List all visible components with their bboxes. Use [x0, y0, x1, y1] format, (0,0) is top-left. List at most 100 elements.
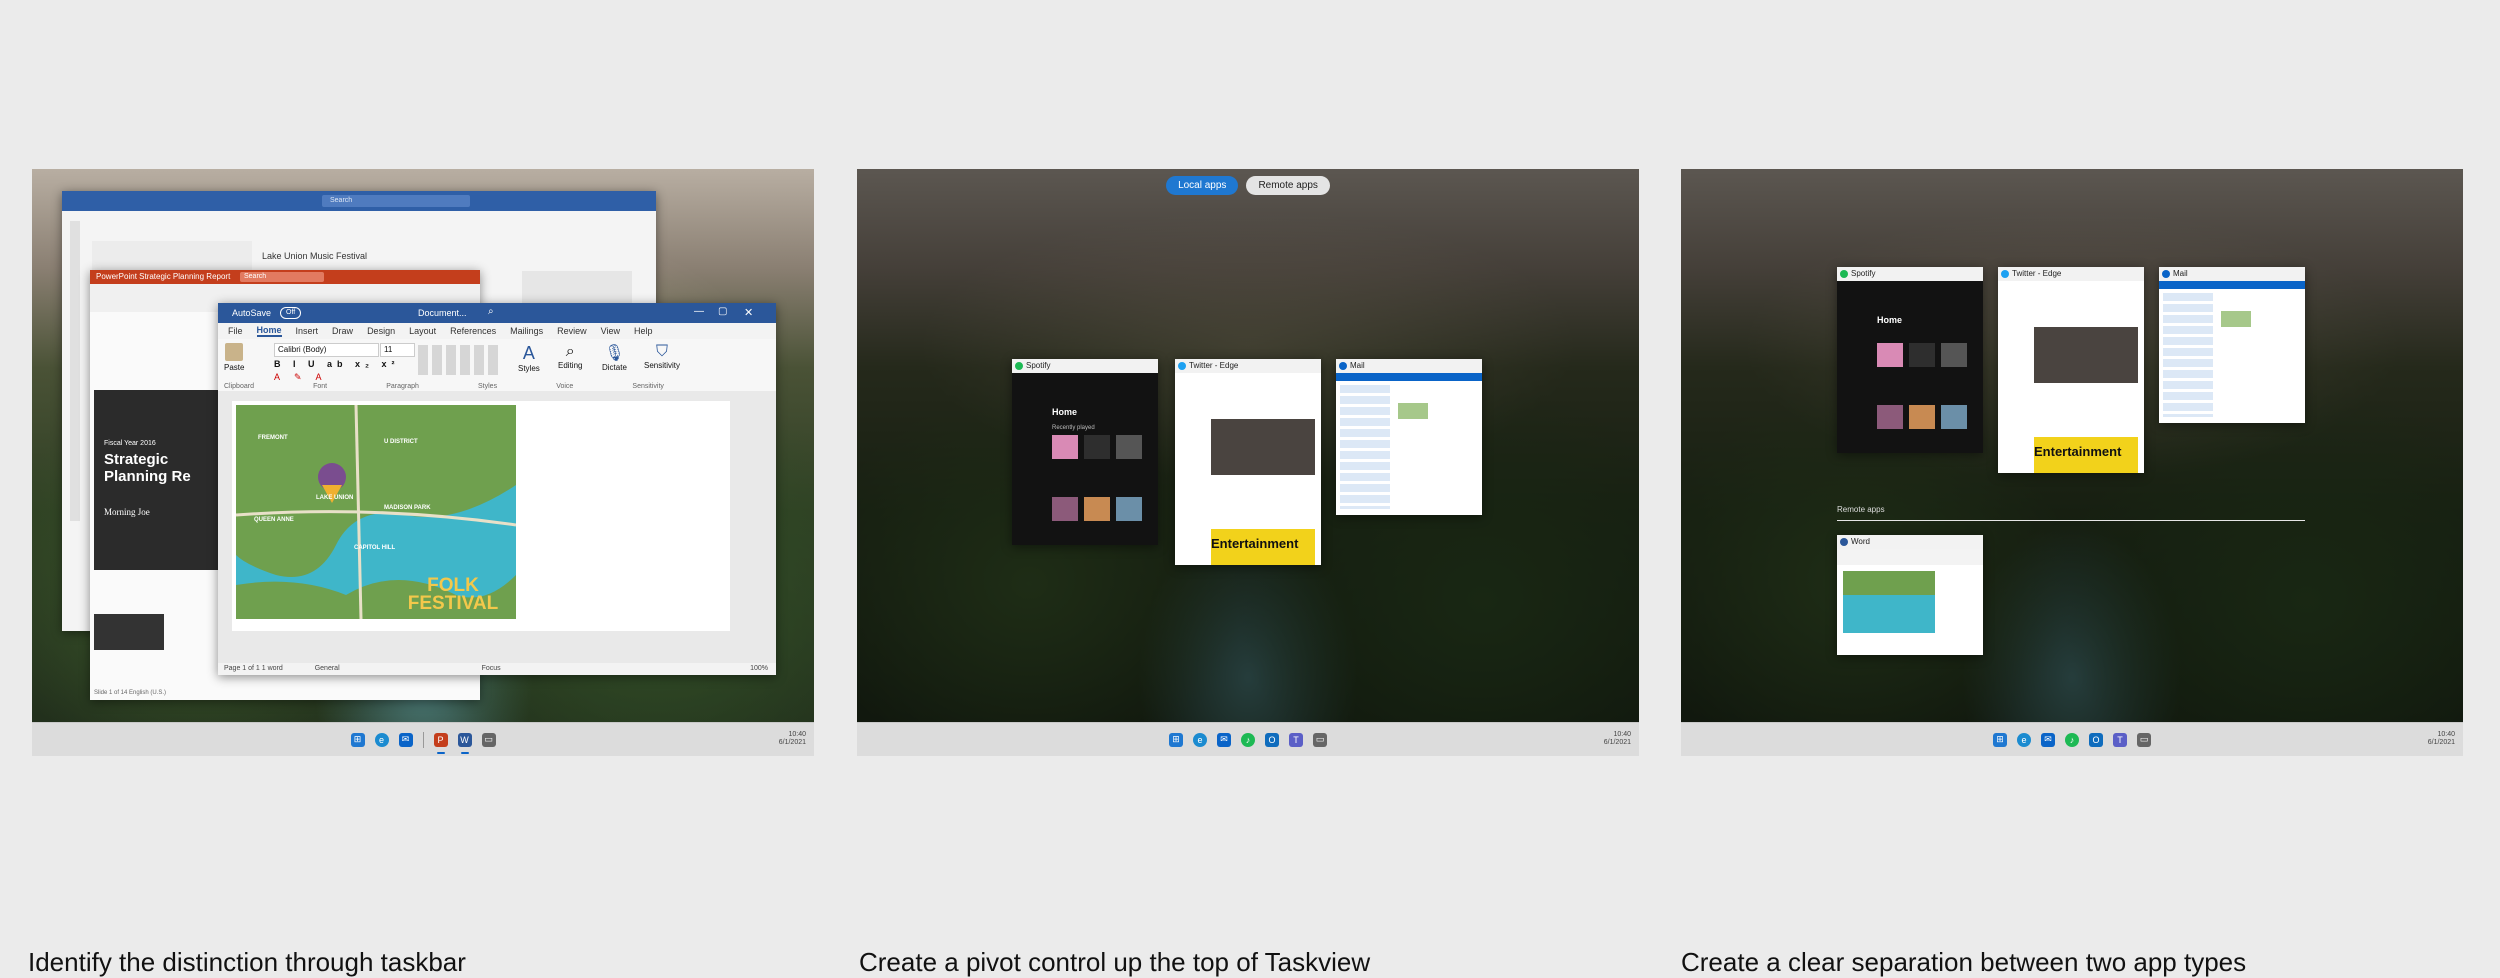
teams-icon[interactable]: T	[1289, 732, 1303, 747]
word-statusbar: Page 1 of 1 1 word General Focus 100%	[218, 663, 776, 675]
spotify-title: Spotify	[1837, 267, 1983, 281]
edge-icon[interactable]: e	[2017, 732, 2031, 747]
font-color-buttons[interactable]: A ✎ A	[274, 372, 328, 383]
ribbon-tab-file[interactable]: File	[228, 326, 243, 336]
taskbar-divider	[422, 731, 424, 748]
ribbon-group-label: Styles	[478, 383, 498, 390]
remote-apps-tab[interactable]: Remote apps	[1246, 176, 1330, 195]
outlook-search-input[interactable]: Search	[322, 195, 470, 207]
word-remote-thumbnail[interactable]: Word	[1837, 535, 1983, 655]
mail-thumbnail[interactable]: Mail	[1336, 359, 1482, 515]
font-name-select[interactable]: Calibri (Body)	[274, 343, 379, 357]
taskbar-icons: ⊞ e ✉ ♪ O T ▭	[1681, 723, 2463, 756]
edge-icon[interactable]: e	[1193, 732, 1207, 747]
ribbon: Paste Calibri (Body) 11 B I U ab x₂ x² A…	[218, 339, 776, 392]
task-view-icon[interactable]: ▭	[1313, 732, 1327, 747]
start-icon[interactable]: ⊞	[1169, 732, 1183, 747]
word-icon[interactable]: W	[457, 732, 472, 754]
sensitivity-button[interactable]: ⛉ Sensitivity	[644, 343, 680, 370]
magazine-cover: Entertainment	[1211, 529, 1315, 565]
dictate-button[interactable]: 🎙 Dictate	[602, 343, 627, 372]
ribbon-tab-draw[interactable]: Draw	[332, 326, 353, 336]
mail-icon[interactable]: ✉	[398, 732, 413, 747]
editing-button[interactable]: ⌕ Editing	[558, 343, 582, 370]
taskbar: ⊞ e ✉ ♪ O T ▭ 10:40 6/1/2021	[1681, 722, 2463, 756]
paste-button[interactable]: Paste	[224, 343, 244, 372]
twitter-title: Twitter - Edge	[1175, 359, 1321, 373]
powerpoint-search[interactable]: Search	[240, 272, 324, 282]
outlook-titlebar: Search	[62, 191, 656, 211]
task-view-icon[interactable]: ▭	[2137, 732, 2151, 747]
powerpoint-icon[interactable]: P	[433, 732, 448, 754]
minimize-icon[interactable]: —	[694, 306, 704, 317]
task-view-icon[interactable]: ▭	[481, 732, 496, 747]
edge-icon[interactable]: e	[374, 732, 389, 747]
ribbon-tab-insert[interactable]: Insert	[296, 326, 319, 336]
taskbar-icons: ⊞ e ✉ ♪ O T ▭	[857, 723, 1639, 756]
twitter-edge-thumbnail[interactable]: Twitter - Edge Entertainment	[1175, 359, 1321, 565]
mail-title: Mail	[2159, 267, 2305, 281]
word-search-icon[interactable]: ⌕	[488, 306, 494, 317]
desktop-screen: Search Lake Union Music Festival PowerPo…	[32, 169, 814, 722]
local-apps-tab[interactable]: Local apps	[1166, 176, 1239, 195]
close-icon[interactable]: ✕	[744, 306, 753, 319]
word-window[interactable]: AutoSave Off Document... ⌕ — ▢ ✕ File Hom…	[218, 303, 776, 675]
styles-button[interactable]: A Styles	[518, 343, 540, 373]
festival-logo: FOLK FESTIVAL	[407, 575, 499, 614]
mail-thumbnail[interactable]: Mail	[2159, 267, 2305, 423]
taskbar: ⊞ e ✉ ♪ O T ▭ 10:40 6/1/2021	[857, 722, 1639, 756]
pivot-control: Local apps Remote apps	[857, 176, 1639, 195]
powerpoint-title: PowerPoint Strategic Planning Report	[96, 272, 231, 281]
ribbon-tab-references[interactable]: References	[450, 326, 496, 336]
ribbon-tab-review[interactable]: Review	[557, 326, 587, 336]
panel-taskbar-distinction: Search Lake Union Music Festival PowerPo…	[28, 169, 814, 977]
font-size-select[interactable]: 11	[380, 343, 415, 357]
document-name: Document...	[418, 308, 467, 318]
slide-kicker: Fiscal Year 2016	[104, 440, 156, 447]
system-tray[interactable]: 10:40 6/1/2021	[1604, 731, 1631, 747]
powerpoint-status: Slide 1 of 14 English (U.S.)	[94, 690, 167, 696]
ribbon-tab-home[interactable]: Home	[256, 325, 282, 337]
ribbon-tab-layout[interactable]: Layout	[409, 326, 436, 336]
autosave-toggle[interactable]: Off	[280, 307, 302, 319]
ribbon-group-label: Sensitivity	[632, 383, 664, 390]
twitter-edge-thumbnail[interactable]: Twitter - Edge Entertainment	[1998, 267, 2144, 473]
spotify-thumbnail[interactable]: Spotify Home	[1837, 267, 1983, 453]
ribbon-group-label: Font	[313, 383, 328, 390]
map-label: MADISON PARK	[384, 505, 431, 511]
outlook-icon[interactable]: O	[1265, 732, 1279, 747]
caption: Create a clear separation between two ap…	[1681, 947, 2247, 977]
paragraph-buttons[interactable]	[418, 345, 498, 375]
taskbar: ⊞ e ✉ P W ▭ 10:40 6/1/2021	[32, 722, 814, 756]
format-buttons[interactable]: B I U ab x₂ x²	[274, 359, 400, 369]
ribbon-group-label: Clipboard	[224, 383, 254, 390]
ribbon-tab-help[interactable]: Help	[634, 326, 653, 336]
spotify-title: Spotify	[1012, 359, 1158, 373]
mail-icon[interactable]: ✉	[2041, 732, 2055, 747]
map-label: QUEEN ANNE	[254, 517, 294, 523]
start-icon[interactable]: ⊞	[350, 732, 365, 747]
section-divider	[1837, 520, 2305, 521]
panel-separation: Spotify Home Twitter - Edge Entertainmen…	[1681, 169, 2463, 977]
spotify-thumbnail[interactable]: Spotify Home Recently played	[1012, 359, 1158, 545]
system-tray[interactable]: 10:40 6/1/2021	[779, 731, 806, 747]
focus-button[interactable]: Focus	[482, 665, 501, 672]
teams-icon[interactable]: T	[2113, 732, 2127, 747]
mail-icon[interactable]: ✉	[1217, 732, 1231, 747]
ribbon-tab-design[interactable]: Design	[367, 326, 395, 336]
maximize-icon[interactable]: ▢	[718, 306, 727, 317]
ribbon-tab-mailings[interactable]: Mailings	[510, 326, 543, 336]
map-label: CAPITOL HILL	[354, 545, 396, 551]
start-icon[interactable]: ⊞	[1993, 732, 2007, 747]
slide-preview: Fiscal Year 2016 Strategic Planning Re M…	[94, 390, 218, 570]
system-tray[interactable]: 10:40 6/1/2021	[2428, 731, 2455, 747]
word-remote-title: Word	[1837, 535, 1983, 549]
spotify-icon[interactable]: ♪	[1241, 732, 1255, 747]
festival-map: FREMONT U DISTRICT LAKE UNION QUEEN ANNE MAD…	[236, 405, 516, 619]
spotify-icon[interactable]: ♪	[2065, 732, 2079, 747]
spotify-recent: Recently played	[1052, 425, 1095, 431]
outlook-icon[interactable]: O	[2089, 732, 2103, 747]
document-page[interactable]: FREMONT U DISTRICT LAKE UNION QUEEN ANNE MAD…	[232, 401, 730, 631]
ribbon-tab-view[interactable]: View	[601, 326, 620, 336]
zoom-level: 100%	[750, 665, 768, 672]
